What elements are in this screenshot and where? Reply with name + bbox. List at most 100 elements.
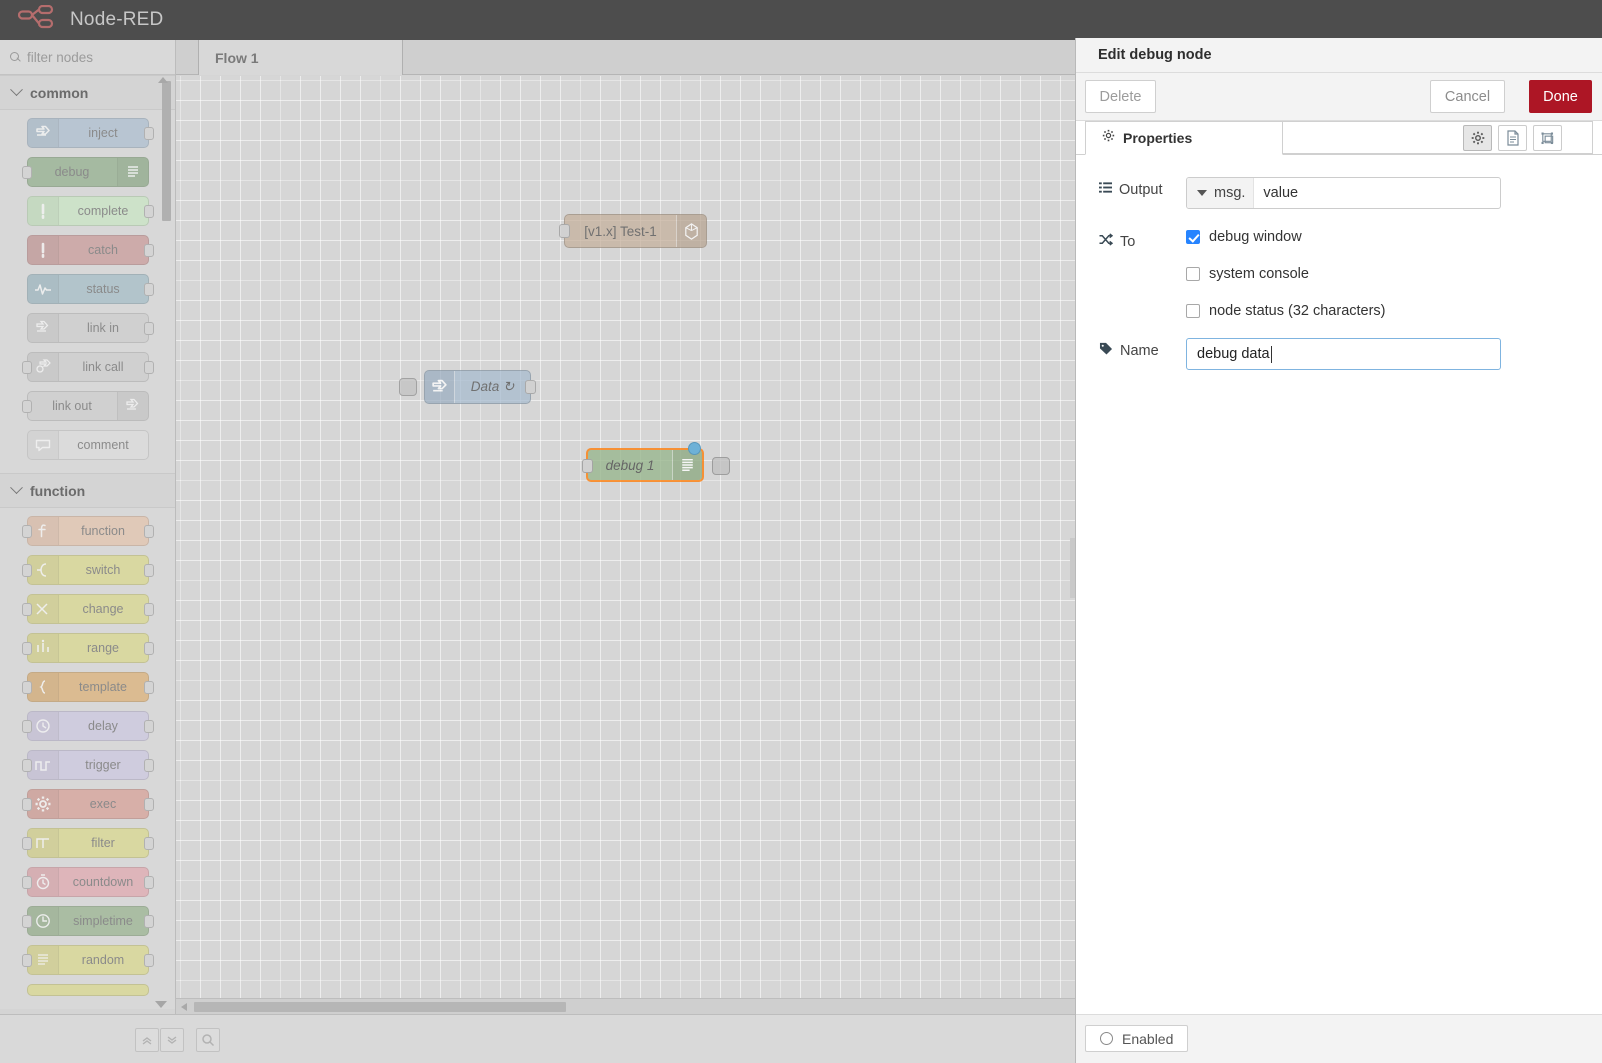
link-call-icon <box>28 353 59 381</box>
palette-node-range[interactable]: range <box>21 633 154 663</box>
palette-node-status[interactable]: status <box>26 274 154 304</box>
palette-scroll-down-icon[interactable] <box>155 1001 167 1008</box>
pulse-square-icon <box>28 751 59 779</box>
output-type-label: msg. <box>1214 185 1246 201</box>
tab-properties[interactable]: Properties <box>1085 121 1283 155</box>
checkbox-system-console[interactable]: system console <box>1186 266 1386 282</box>
palette-category-function[interactable]: function <box>0 473 175 508</box>
palette-node-debug[interactable]: debug <box>21 157 149 187</box>
flow-node-debug-1[interactable]: debug 1 <box>582 442 730 482</box>
enabled-label: Enabled <box>1122 1030 1174 1047</box>
checkbox-label: debug window <box>1209 229 1302 245</box>
panel-resize-grip[interactable] <box>1070 538 1075 598</box>
node-input-port <box>21 361 32 374</box>
palette-node-countdown[interactable]: countdown <box>21 867 154 897</box>
scroll-up-arrow-icon[interactable] <box>158 77 168 83</box>
palette-node-exec[interactable]: exec <box>21 789 154 819</box>
flow-canvas[interactable]: [v1.x] Test-1 Data ↻ debug 1 <box>176 76 1075 1014</box>
range-icon <box>28 634 59 662</box>
palette-node-change[interactable]: change <box>21 594 154 624</box>
canvas-scroll-thumb[interactable] <box>194 1002 566 1012</box>
edit-panel-footer: Enabled <box>1076 1014 1602 1063</box>
appearance-icon[interactable] <box>1533 125 1562 151</box>
scroll-left-arrow-icon[interactable] <box>181 1003 187 1011</box>
palette-node-delay[interactable]: delay <box>21 711 154 741</box>
palette-node-simpletime[interactable]: simpletime <box>21 906 154 936</box>
node-input-port <box>21 837 32 850</box>
checkbox-debug-window[interactable]: debug window <box>1186 229 1386 245</box>
checkbox-box[interactable] <box>1186 267 1200 281</box>
palette-node-trigger[interactable]: trigger <box>21 750 154 780</box>
output-value-input[interactable]: value <box>1254 185 1500 201</box>
palette-node-label: countdown <box>72 875 134 889</box>
app-header: Node-RED <box>0 0 1602 40</box>
palette-node-link-out[interactable]: link out <box>21 391 149 421</box>
palette-scrollbar[interactable] <box>158 77 171 221</box>
description-icon[interactable] <box>1498 125 1527 151</box>
palette-node-comment[interactable]: comment <box>26 430 149 460</box>
palette-node-link-in[interactable]: link in <box>26 313 154 343</box>
output-typed-input[interactable]: msg. value <box>1186 177 1501 209</box>
enabled-toggle-button[interactable]: Enabled <box>1085 1025 1189 1052</box>
flow-node-data-inject[interactable]: Data ↻ <box>399 370 536 404</box>
palette-category-label: common <box>30 84 89 101</box>
collapse-all-button[interactable] <box>135 1028 159 1052</box>
clock-icon <box>28 907 59 935</box>
node-output-port <box>143 876 154 889</box>
circle-toggle-icon <box>1100 1032 1113 1045</box>
name-input[interactable]: debug data <box>1186 338 1501 370</box>
filter-nodes-input[interactable] <box>27 49 157 65</box>
comment-bubble-icon <box>28 431 59 459</box>
node-shape-icon <box>676 215 706 247</box>
palette-search-bar[interactable] <box>0 40 175 75</box>
palette-node-filter[interactable]: filter <box>21 828 154 858</box>
canvas-horizontal-scrollbar[interactable] <box>176 998 1075 1014</box>
palette-node-catch[interactable]: catch <box>26 235 154 265</box>
palette-category-common[interactable]: common <box>0 75 175 110</box>
node-output-port <box>143 720 154 733</box>
palette-node-label: range <box>87 641 119 655</box>
form-row-to: To debug window system console node stat… <box>1076 229 1602 329</box>
palette-node-random[interactable]: random <box>21 945 154 975</box>
stopwatch-icon <box>28 868 59 896</box>
cancel-button[interactable]: Cancel <box>1430 80 1505 113</box>
node-input-port[interactable] <box>582 459 593 473</box>
search-icon <box>10 51 21 63</box>
palette-node-inject[interactable]: inject <box>26 118 154 148</box>
checkbox-node-status[interactable]: node status (32 characters) <box>1186 303 1386 319</box>
delete-button[interactable]: Delete <box>1085 80 1156 113</box>
search-flows-button[interactable] <box>196 1028 220 1052</box>
node-drag-handle[interactable] <box>399 378 417 396</box>
palette-category-common-body: inject debug complete catch status link … <box>0 110 175 473</box>
palette-node-function[interactable]: function <box>21 516 154 546</box>
palette-node-complete[interactable]: complete <box>26 196 154 226</box>
tabs-underline <box>1283 153 1593 154</box>
node-drag-handle[interactable] <box>712 457 730 475</box>
palette-node-link-call[interactable]: link call <box>21 352 154 382</box>
exclamation-icon <box>28 236 59 264</box>
palette-node-template[interactable]: template <box>21 672 154 702</box>
expand-all-button[interactable] <box>160 1028 184 1052</box>
checkbox-box[interactable] <box>1186 230 1200 244</box>
node-input-port[interactable] <box>559 224 570 238</box>
checkbox-box[interactable] <box>1186 304 1200 318</box>
list-ul-icon <box>1099 181 1112 198</box>
settings-icon[interactable] <box>1463 125 1492 151</box>
node-output-port <box>143 681 154 694</box>
palette-node-partial[interactable] <box>26 984 149 996</box>
palette-node-label: link in <box>87 321 119 335</box>
output-type-select[interactable]: msg. <box>1187 178 1255 208</box>
node-output-port[interactable] <box>525 380 536 394</box>
tab-flow-1[interactable]: Flow 1 <box>198 40 403 75</box>
node-input-port <box>21 720 32 733</box>
node-output-port <box>143 837 154 850</box>
edit-panel-tabs: Properties <box>1076 121 1602 155</box>
done-button[interactable]: Done <box>1529 80 1592 113</box>
node-output-port <box>143 322 154 335</box>
palette-node-switch[interactable]: switch <box>21 555 154 585</box>
flow-node-test-1[interactable]: [v1.x] Test-1 <box>559 214 707 248</box>
palette-node-label: comment <box>77 438 129 452</box>
palette-node-label: inject <box>88 126 118 140</box>
palette-scroll-area[interactable]: common inject debug complete catch statu… <box>0 75 175 1014</box>
palette-node-label: exec <box>89 797 117 811</box>
